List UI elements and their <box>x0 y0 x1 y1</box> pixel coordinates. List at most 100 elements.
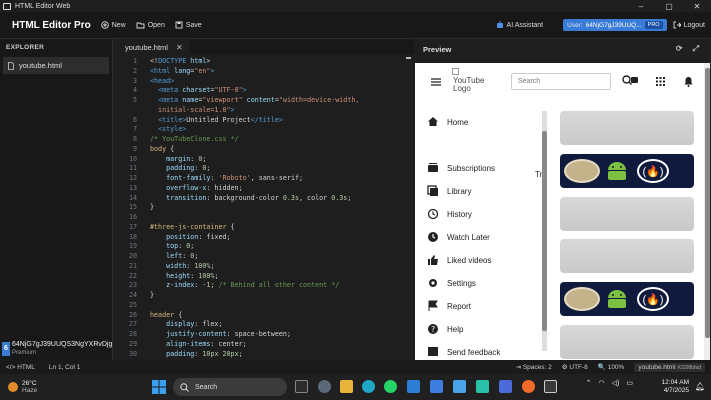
minimize-icon[interactable]: – <box>627 2 655 11</box>
user-badge[interactable]: User: 64NjG7gJ39UUQ... PRO <box>563 19 667 31</box>
code-area[interactable]: 1 <!DOCTYPE html> 2 <html lang="en"> 3 <head>… <box>113 55 414 360</box>
close-icon[interactable]: ✕ <box>683 2 711 11</box>
expand-icon[interactable]: ⤢ <box>693 44 699 54</box>
nav-item-report[interactable]: Report <box>427 300 471 312</box>
file-status[interactable]: youtube.html #2298bfad <box>634 362 705 372</box>
code-line[interactable]: justify-content: space-between; <box>150 330 291 338</box>
nav-item-home[interactable]: Home <box>427 116 468 128</box>
app-icon-bolt[interactable] <box>476 380 489 393</box>
yt-logo[interactable]: YouTube Logo <box>452 68 493 93</box>
code-line[interactable]: body { <box>150 145 174 153</box>
close-tab-icon[interactable]: ✕ <box>176 43 183 52</box>
nav-item-subscriptions[interactable]: Subscriptions <box>427 162 495 174</box>
app-icon-store[interactable] <box>499 380 512 393</box>
whatsapp-icon[interactable] <box>384 380 397 393</box>
code-line[interactable]: padding: 10px 20px; <box>150 350 243 358</box>
code-line[interactable]: padding: 0; <box>150 164 210 172</box>
app-icon-cloud[interactable] <box>453 380 466 393</box>
taskbar-search[interactable]: Search <box>173 378 287 396</box>
code-line[interactable]: } <box>150 203 154 211</box>
code-line[interactable]: position: fixed; <box>150 233 230 241</box>
vscode-icon[interactable] <box>407 380 420 393</box>
nav-item-library[interactable]: Library <box>427 185 471 197</box>
nav-item-history[interactable]: History <box>427 208 472 220</box>
nav-item-settings[interactable]: Settings <box>427 277 476 289</box>
preview-frame[interactable]: YouTube Logo Search Home Subscriptions Lib… <box>415 63 710 360</box>
language-status[interactable]: </> HTML <box>6 364 35 371</box>
wifi-icon[interactable]: ◠ <box>599 379 605 387</box>
tab-youtube-html[interactable]: youtube.html ✕ <box>113 39 189 54</box>
clock[interactable]: 12:04 AM 4/7/2025 <box>662 379 689 395</box>
file-explorer-icon[interactable] <box>340 380 353 393</box>
nav-scrollbar[interactable] <box>542 111 547 351</box>
code-line[interactable]: top: 0; <box>150 242 194 250</box>
bell-icon[interactable] <box>684 76 693 87</box>
chevron-up-icon[interactable]: ⌃ <box>586 379 592 387</box>
battery-icon[interactable]: ▭ <box>626 379 633 387</box>
code-line[interactable]: margin: 0; <box>150 155 206 163</box>
code-line[interactable]: display: flex; <box>150 320 222 328</box>
code-line[interactable]: <meta charset="UTF-8"> <box>150 86 247 94</box>
code-line[interactable]: transition: background-color 0.3s, color… <box>150 194 351 202</box>
video-thumbnail[interactable]: (🔥) <box>560 154 694 188</box>
apps-grid-icon[interactable] <box>656 77 665 86</box>
code-line[interactable]: align-items: center; <box>150 340 247 348</box>
zoom-status[interactable]: 🔍 100% <box>598 363 625 371</box>
ai-assistant-button[interactable]: AI Assistant <box>496 21 543 29</box>
code-line[interactable]: height: 100%; <box>150 272 218 280</box>
task-view-icon[interactable] <box>295 380 308 393</box>
new-button[interactable]: New <box>100 21 126 29</box>
logout-button[interactable]: Logout <box>673 21 705 29</box>
fire-logo-icon: (🔥) <box>637 287 669 311</box>
windows-start-icon[interactable] <box>152 380 166 394</box>
menu-icon[interactable] <box>431 78 441 86</box>
active-app-icon[interactable] <box>544 380 557 393</box>
nav-item-send-feedback[interactable]: Send feedback <box>427 346 500 358</box>
app-icon-pen[interactable] <box>522 380 535 393</box>
code-line[interactable]: /* YouTubeClone.css */ <box>150 135 239 143</box>
settings-icon[interactable] <box>318 380 331 393</box>
code-line[interactable]: <meta name="viewport" content="width=dev… <box>150 96 359 104</box>
code-line[interactable]: font-family: 'Roboto', sans-serif; <box>150 174 303 182</box>
video-thumbnail[interactable] <box>560 239 694 273</box>
yt-search-input[interactable]: Search <box>511 73 611 90</box>
video-thumbnail[interactable]: (🔥) <box>560 282 694 316</box>
code-line[interactable]: #three-js-container { <box>150 223 235 231</box>
encoding-status[interactable]: ⚙ UTF-8 <box>562 363 588 371</box>
weather-widget[interactable]: 26°C Haze <box>8 380 37 394</box>
code-line[interactable]: width: 100%; <box>150 262 214 270</box>
edge-icon[interactable] <box>362 380 375 393</box>
app-icon-a[interactable] <box>430 380 443 393</box>
preview-scrollbar-thumb[interactable] <box>704 68 710 338</box>
nav-scrollbar-thumb[interactable] <box>542 131 547 331</box>
code-line[interactable]: <!DOCTYPE html> <box>150 57 210 65</box>
spaces-status[interactable]: ⇥ Spaces: 2 <box>516 363 552 371</box>
code-line[interactable]: } <box>150 291 154 299</box>
preview-scrollbar[interactable] <box>704 63 710 360</box>
refresh-icon[interactable]: ⟳ <box>676 44 683 54</box>
code-line[interactable]: <head> <box>150 77 174 85</box>
nav-item-liked-videos[interactable]: Liked videos <box>427 254 491 266</box>
code-line[interactable]: z-index: -1; /* Behind all other content… <box>150 281 339 289</box>
search-icon[interactable] <box>622 75 638 85</box>
code-line[interactable]: left: 0; <box>150 252 198 260</box>
volume-icon[interactable]: ◁) <box>612 379 620 387</box>
code-editor[interactable]: youtube.html ✕ 1 <!DOCTYPE html> 2 <html la… <box>113 39 414 360</box>
file-item-youtube-html[interactable]: youtube.html <box>3 57 109 74</box>
code-line[interactable]: <html lang="en"> <box>150 67 214 75</box>
notification-bell-icon[interactable]: 🔔︎ <box>695 382 705 391</box>
nav-item-help[interactable]: ? Help <box>427 323 463 335</box>
open-button[interactable]: Open <box>136 21 165 29</box>
video-thumbnail[interactable] <box>560 325 694 359</box>
code-line[interactable]: <style> <box>150 125 186 133</box>
video-thumbnail[interactable] <box>560 197 694 231</box>
code-line[interactable]: <title>Untitled Project</title> <box>150 116 283 124</box>
video-thumbnail[interactable] <box>560 111 694 145</box>
maximize-icon[interactable]: ▢ <box>655 2 683 11</box>
cursor-position[interactable]: Ln 1, Col 1 <box>49 364 80 371</box>
code-line[interactable]: overflow-x: hidden; <box>150 184 243 192</box>
nav-item-watch-later[interactable]: Watch Later <box>427 231 490 243</box>
code-line[interactable]: header { <box>150 311 182 319</box>
save-button[interactable]: Save <box>175 21 202 29</box>
code-line[interactable]: initial-scale=1.0"> <box>150 106 235 114</box>
